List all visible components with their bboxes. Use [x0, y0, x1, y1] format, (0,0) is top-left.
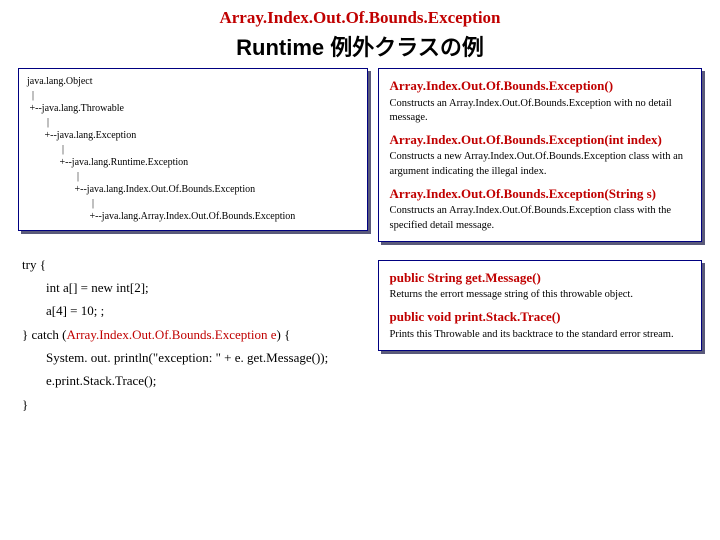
- left-column: java.lang.Object | +--java.lang.Throwabl…: [18, 68, 368, 416]
- code-line: System. out. println("exception: " + e. …: [22, 346, 368, 369]
- tree-line: |: [27, 144, 64, 155]
- constructor-signature: Array.Index.Out.Of.Bounds.Exception(): [389, 77, 691, 95]
- tree-line: |: [27, 198, 94, 209]
- code-example: try { int a[] = new int[2]; a[4] = 10; ;…: [18, 249, 368, 417]
- code-line: a[4] = 10; ;: [22, 299, 368, 322]
- code-fragment: ) {: [277, 327, 291, 342]
- class-hierarchy-box: java.lang.Object | +--java.lang.Throwabl…: [18, 68, 368, 231]
- constructors-box: Array.Index.Out.Of.Bounds.Exception() Co…: [378, 68, 702, 242]
- tree-line: |: [27, 90, 34, 101]
- code-line: }: [22, 397, 28, 412]
- method-signature: public String get.Message(): [389, 269, 691, 287]
- code-line: e.print.Stack.Trace();: [22, 369, 368, 392]
- header-subtitle: Runtime 例外クラスの例: [0, 30, 720, 62]
- tree-line: +--java.lang.Index.Out.Of.Bounds.Excepti…: [27, 184, 255, 195]
- constructor-signature: Array.Index.Out.Of.Bounds.Exception(int …: [389, 131, 691, 149]
- content-columns: java.lang.Object | +--java.lang.Throwabl…: [0, 62, 720, 416]
- code-line: try {: [22, 257, 46, 272]
- code-line: } catch (Array.Index.Out.Of.Bounds.Excep…: [22, 327, 290, 342]
- methods-box: public String get.Message() Returns the …: [378, 260, 702, 351]
- constructor-description: Constructs a new Array.Index.Out.Of.Boun…: [389, 150, 691, 178]
- code-line: int a[] = new int[2];: [22, 276, 368, 299]
- tree-line: |: [27, 171, 79, 182]
- constructor-signature: Array.Index.Out.Of.Bounds.Exception(Stri…: [389, 185, 691, 203]
- method-signature: public void print.Stack.Trace(): [389, 308, 691, 326]
- header-exception-name: Array.Index.Out.Of.Bounds.Exception: [0, 8, 720, 28]
- method-description: Prints this Throwable and its backtrace …: [389, 328, 691, 342]
- method-description: Returns the errort message string of thi…: [389, 288, 691, 302]
- slide-header: Array.Index.Out.Of.Bounds.Exception Runt…: [0, 0, 720, 62]
- constructor-description: Constructs an Array.Index.Out.Of.Bounds.…: [389, 204, 691, 232]
- tree-line: +--java.lang.Exception: [27, 130, 136, 141]
- tree-line: java.lang.Object: [27, 76, 93, 87]
- right-column: Array.Index.Out.Of.Bounds.Exception() Co…: [378, 68, 702, 416]
- code-fragment: } catch (: [22, 327, 67, 342]
- tree-line: +--java.lang.Runtime.Exception: [27, 157, 188, 168]
- tree-line: +--java.lang.Throwable: [27, 103, 124, 114]
- constructor-description: Constructs an Array.Index.Out.Of.Bounds.…: [389, 97, 691, 125]
- tree-line: +--java.lang.Array.Index.Out.Of.Bounds.E…: [27, 211, 295, 222]
- exception-type: Array.Index.Out.Of.Bounds.Exception e: [67, 327, 277, 342]
- tree-line: |: [27, 117, 49, 128]
